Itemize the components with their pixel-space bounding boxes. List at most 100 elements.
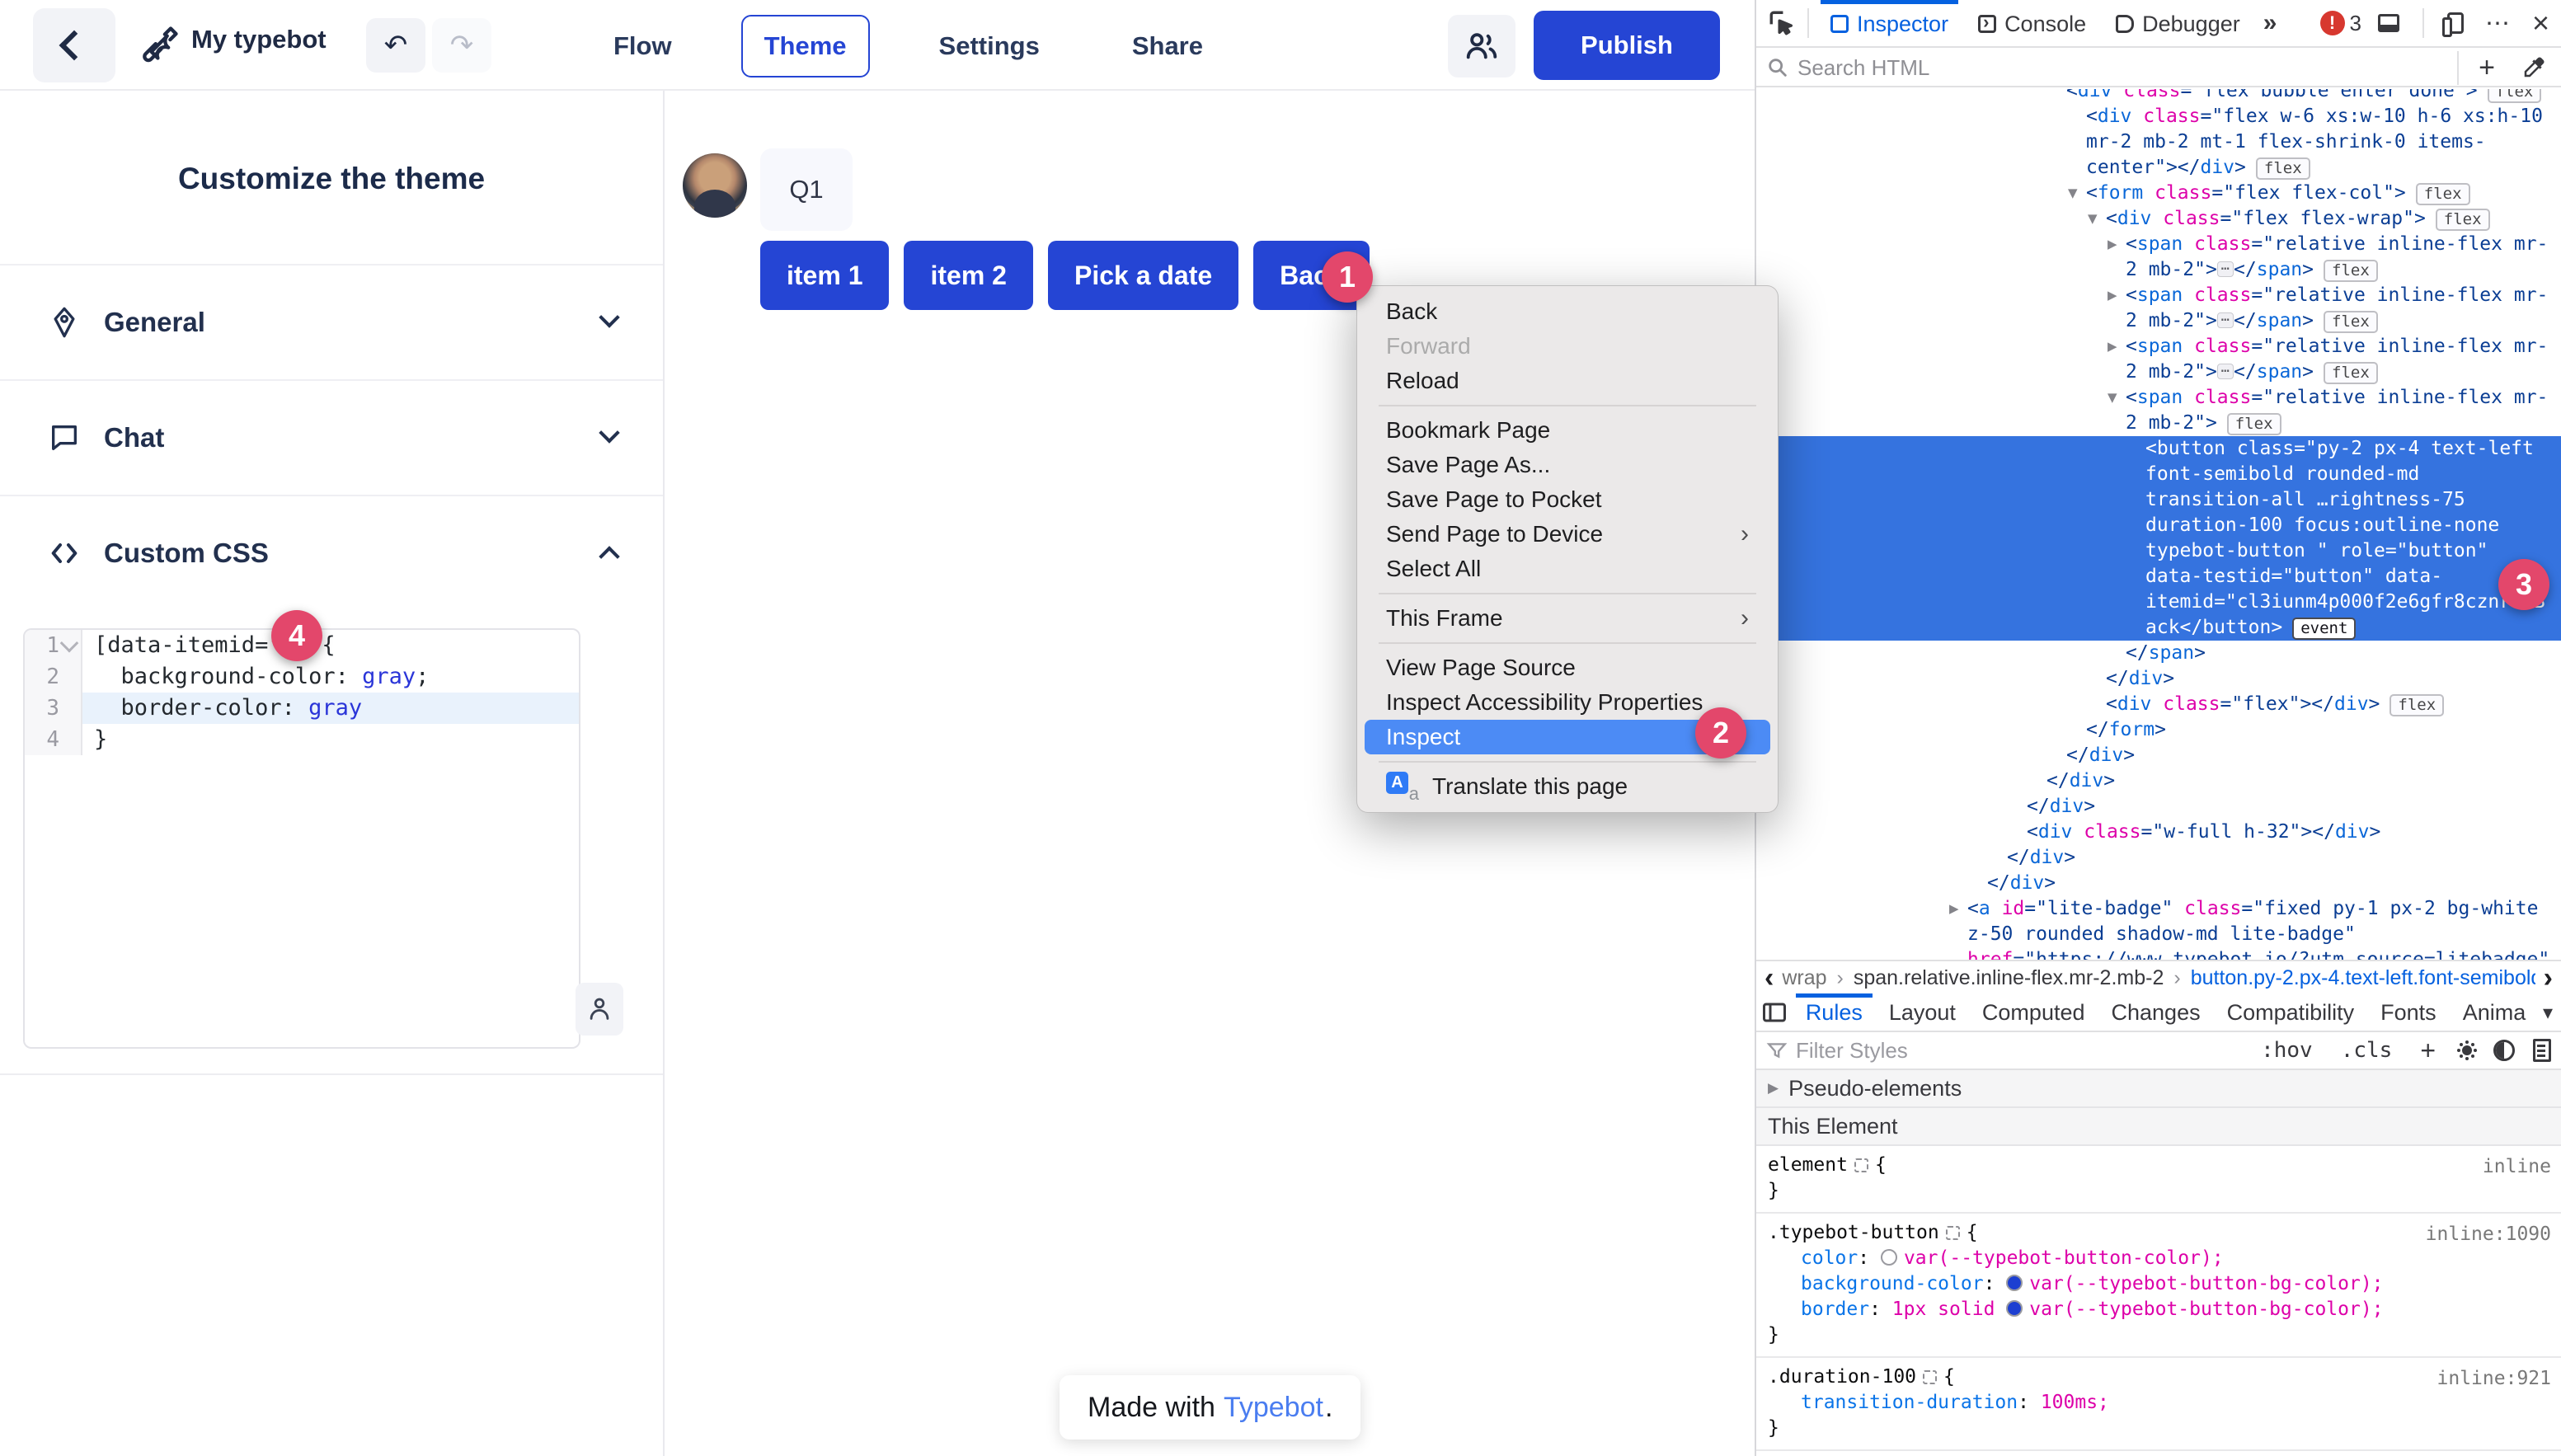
panel-tab[interactable]: Computed: [1969, 993, 2098, 1031]
tree-node[interactable]: </form>: [1756, 717, 2561, 743]
rule-selector-row[interactable]: element { inline: [1768, 1153, 2551, 1178]
fold-chevron-icon[interactable]: [63, 733, 76, 746]
css-declaration[interactable]: background-color: var(--typebot-button-b…: [1768, 1271, 2551, 1297]
color-swatch[interactable]: [1881, 1249, 1897, 1266]
code-line[interactable]: 2 background-color: gray;: [25, 661, 579, 693]
main-tab[interactable]: Theme: [741, 15, 870, 77]
custom-css-editor[interactable]: 1 [data-itemid=""] { 2 background-color:…: [23, 628, 580, 1049]
breadcrumb-scroll-right-button[interactable]: ›: [2535, 962, 2561, 994]
twisty-icon[interactable]: ▼: [2068, 181, 2086, 206]
markup-badge[interactable]: flex: [2324, 260, 2378, 282]
breadcrumb-item[interactable]: span.relative.inline-flex.mr-2.mb-2›: [1854, 966, 2191, 990]
tree-node-code[interactable]: <div class="w-full h-32"></div>: [2027, 821, 2380, 843]
typebot-name[interactable]: My typebot: [191, 25, 327, 54]
publish-button[interactable]: Publish: [1534, 11, 1720, 80]
tree-node[interactable]: </div>: [1756, 743, 2561, 768]
tree-node-code[interactable]: </div>: [1987, 872, 2056, 894]
rule-selector[interactable]: element: [1768, 1153, 1848, 1178]
main-tab[interactable]: Share: [1109, 15, 1226, 77]
css-declaration[interactable]: border: 1px solid var(--typebot-button-b…: [1768, 1297, 2551, 1322]
redo-button[interactable]: ↷: [432, 18, 491, 73]
undo-button[interactable]: ↶: [366, 18, 425, 73]
tree-node[interactable]: </div>: [1756, 845, 2561, 871]
code-line[interactable]: 3 border-color: gray: [25, 693, 579, 724]
color-swatch[interactable]: [2006, 1300, 2023, 1317]
tree-node[interactable]: <div class="flex bubble enter done"> flex: [1756, 89, 2561, 104]
code-content[interactable]: border-color: gray: [82, 693, 579, 724]
context-menu-item[interactable]: Send Page to Device ›: [1365, 517, 1770, 552]
tree-node[interactable]: <div class="flex"></div> flex: [1756, 692, 2561, 717]
css-rule[interactable]: .transition-all { inline:916 transition-…: [1756, 1451, 2561, 1456]
tree-node-code[interactable]: <div class="flex"></div>: [2106, 693, 2380, 715]
code-content[interactable]: }: [82, 724, 579, 755]
context-menu-item[interactable]: Reload: [1365, 364, 1770, 398]
context-menu-item[interactable]: View Page Source: [1365, 651, 1770, 685]
panel-tab[interactable]: Compatibility: [2214, 993, 2368, 1031]
property-name[interactable]: color: [1801, 1247, 1858, 1269]
close-devtools-button[interactable]: ×: [2527, 5, 2554, 41]
markup-badge[interactable]: flex: [2436, 209, 2490, 231]
tree-node-code[interactable]: </div>: [2066, 744, 2135, 766]
add-rule-button[interactable]: +: [2415, 1035, 2441, 1067]
tree-node[interactable]: </div>: [1756, 871, 2561, 896]
tree-node[interactable]: <button class="py-2 px-4 text-left font-…: [1756, 436, 2561, 641]
markup-badge[interactable]: flex: [2488, 89, 2542, 103]
panel-tab[interactable]: Rules: [1793, 993, 1876, 1031]
context-menu-item[interactable]: [1379, 642, 1756, 644]
rule-source-location[interactable]: inline: [2483, 1154, 2551, 1180]
tree-node-code[interactable]: </div>: [2106, 668, 2174, 689]
tree-node[interactable]: ▶<span class="relative inline-flex mr-2 …: [1756, 334, 2561, 385]
devtools-tab[interactable]: Inspector: [1816, 0, 1963, 48]
chevron-icon[interactable]: [599, 422, 619, 443]
css-declaration[interactable]: transition-duration: 100ms;: [1768, 1390, 2551, 1416]
context-menu-item[interactable]: [1379, 405, 1756, 406]
tree-node[interactable]: <div class="flex w-6 xs:w-10 h-6 xs:h-10…: [1756, 104, 2561, 181]
markup-badge[interactable]: flex: [2256, 157, 2310, 180]
pseudo-elements-header[interactable]: ▶ Pseudo-elements: [1756, 1070, 2561, 1108]
devtools-tab[interactable]: Console: [1963, 0, 2101, 48]
fold-chevron-icon[interactable]: [60, 634, 79, 653]
tree-node-code[interactable]: <a id="lite-badge" class="fixed py-1 px-…: [1967, 898, 2549, 960]
markup-badge[interactable]: flex: [2324, 311, 2378, 333]
breadcrumb-scroll-left-button[interactable]: ‹: [1756, 962, 1782, 994]
choice-button[interactable]: item 2: [904, 241, 1032, 310]
property-name[interactable]: border: [1801, 1299, 1869, 1320]
tree-node[interactable]: </div>: [1756, 794, 2561, 820]
tree-node-code[interactable]: <form class="flex flex-col">: [2086, 182, 2406, 204]
tree-node[interactable]: ▶<a id="lite-badge" class="fixed py-1 px…: [1756, 896, 2561, 960]
context-menu-item[interactable]: [1379, 593, 1756, 594]
main-tab[interactable]: Flow: [590, 15, 695, 77]
context-menu-item[interactable]: Save Page As...: [1365, 448, 1770, 482]
context-menu-item[interactable]: This Frame ›: [1365, 601, 1770, 636]
markup-badge[interactable]: flex: [2227, 413, 2281, 435]
rule-source-location[interactable]: inline:1090: [2426, 1222, 2551, 1247]
tree-node-code[interactable]: </form>: [2086, 719, 2166, 740]
code-content[interactable]: background-color: gray;: [82, 661, 579, 693]
context-menu-item[interactable]: Forward: [1365, 329, 1770, 364]
eyedropper-button[interactable]: [2516, 54, 2551, 81]
context-menu-item[interactable]: [1379, 761, 1756, 763]
code-content[interactable]: [data-itemid=""] {: [82, 630, 579, 661]
tree-node[interactable]: </span>: [1756, 641, 2561, 666]
highlight-toggle-icon[interactable]: [1946, 1226, 1960, 1240]
context-menu-item[interactable]: Select All: [1365, 552, 1770, 586]
tree-node-code[interactable]: </div>: [2007, 847, 2075, 868]
context-menu-item[interactable]: Save Page to Pocket: [1365, 482, 1770, 517]
tree-node[interactable]: </div>: [1756, 768, 2561, 794]
sidebar-toggle-button[interactable]: [1756, 1001, 1793, 1024]
color-swatch[interactable]: [2006, 1275, 2023, 1291]
preview-avatar-toggle-button[interactable]: [576, 983, 623, 1036]
chevron-icon[interactable]: [599, 307, 619, 327]
rule-source-location[interactable]: inline:921: [2437, 1366, 2551, 1392]
choice-button[interactable]: item 1: [760, 241, 889, 310]
tree-node-code[interactable]: <div class="flex bubble enter done">: [2066, 89, 2478, 101]
property-value[interactable]: var(--typebot-button-color);: [1904, 1247, 2224, 1269]
tree-node[interactable]: ▼<div class="flex flex-wrap">flex: [1756, 206, 2561, 232]
chevron-icon[interactable]: [599, 546, 619, 566]
error-count[interactable]: !3: [2320, 11, 2361, 36]
devtools-settings-button[interactable]: ⋯: [2480, 8, 2516, 39]
create-node-button[interactable]: +: [2474, 51, 2500, 85]
light-scheme-icon[interactable]: [2462, 1045, 2472, 1055]
markup-badge[interactable]: flex: [2389, 694, 2444, 716]
context-menu-item[interactable]: Translate this page: [1365, 769, 1770, 804]
